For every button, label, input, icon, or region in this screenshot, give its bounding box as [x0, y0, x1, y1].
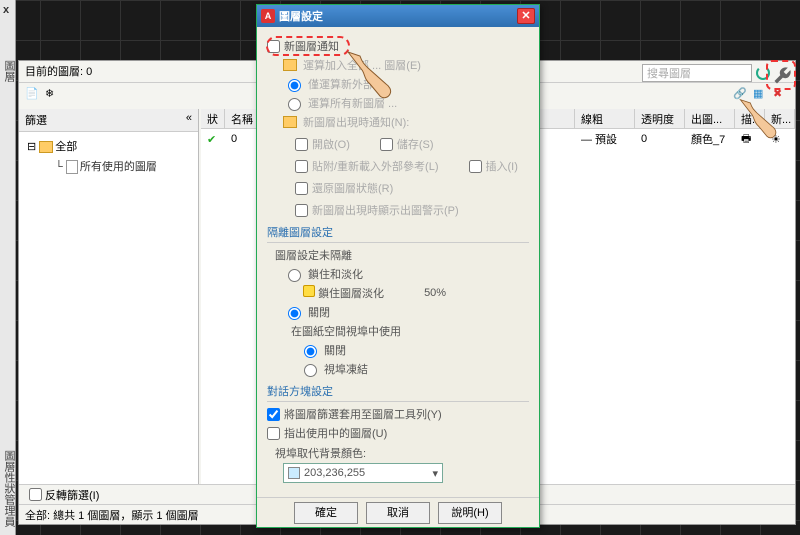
dialog-title: 圖層設定 [279, 8, 323, 24]
collapse-icon[interactable]: « [186, 112, 192, 128]
apply-toolbar-checkbox[interactable] [267, 408, 280, 421]
filter-tree-pane: 篩選 « ⊟ 全部 └ 所有使用的圖層 [19, 109, 199, 484]
settings-button[interactable] [766, 60, 796, 90]
group-dialog: 對話方塊設定 [267, 383, 529, 402]
notify-save-checkbox [380, 138, 393, 151]
color-swatch [288, 467, 300, 479]
lock-fade-radio[interactable] [288, 269, 301, 282]
notify-open-checkbox [295, 138, 308, 151]
help-button[interactable]: 說明(H) [438, 502, 502, 524]
close-icon[interactable]: x [3, 4, 9, 16]
panel-title: 圖層 [1, 60, 17, 82]
col-plot[interactable]: 出圖... [685, 109, 735, 128]
vertical-titlebar: x 圖層 圖層性狀管理員 [0, 0, 16, 535]
ok-button[interactable]: 確定 [294, 502, 358, 524]
folder-icon [283, 59, 297, 71]
col-transparency[interactable]: 透明度 [635, 109, 685, 128]
group-isolate: 隔離圖層設定 [267, 224, 529, 243]
notify-attach-checkbox [295, 160, 308, 173]
vp-freeze-radio[interactable] [304, 364, 317, 377]
pointer-hand-icon [338, 44, 398, 104]
lock-icon [303, 285, 315, 297]
app-icon: A [261, 9, 275, 23]
col-lineweight[interactable]: 線粗 [575, 109, 635, 128]
new-layer-icon[interactable]: 📄 [25, 87, 41, 103]
dialog-close-button[interactable]: ✕ [517, 8, 535, 24]
folder-icon [283, 116, 297, 128]
invert-filter-label: 反轉篩選(I) [45, 487, 99, 503]
vp-off-radio[interactable] [304, 345, 317, 358]
chevron-down-icon: ▾ [432, 467, 438, 480]
tree-used[interactable]: └ 所有使用的圖層 [27, 156, 190, 176]
filter-header: 篩選 [25, 112, 47, 128]
pointer-hand-icon-2 [732, 88, 782, 148]
tree-all[interactable]: ⊟ 全部 [27, 136, 190, 156]
bgcolor-combo[interactable]: 203,236,255 ▾ [283, 463, 443, 483]
dialog-titlebar[interactable]: A 圖層設定 ✕ [257, 5, 539, 27]
invert-filter-checkbox[interactable] [29, 488, 42, 501]
search-input[interactable]: 搜尋圖層 [642, 64, 752, 82]
indicate-use-checkbox[interactable] [267, 427, 280, 440]
new-layer-freeze-icon[interactable]: ❄ [45, 87, 61, 103]
layer-settings-dialog: A 圖層設定 ✕ 新圖層通知 運算加入全部 ... 圖層(E) 僅運算新外部 .… [256, 4, 540, 528]
not-isolated-label: 圖層設定未隔離 [275, 247, 529, 263]
col-status[interactable]: 狀 [201, 109, 225, 128]
wrench-icon [772, 66, 792, 86]
off-radio[interactable] [288, 307, 301, 320]
notify-insert-checkbox [469, 160, 482, 173]
eval-all-radio [288, 98, 301, 111]
cancel-button[interactable]: 取消 [366, 502, 430, 524]
eval-xref-radio [288, 79, 301, 92]
notify-restore-checkbox [295, 182, 308, 195]
panel-title-2: 圖層性狀管理員 [1, 450, 17, 527]
plot-warn-checkbox [295, 204, 308, 217]
